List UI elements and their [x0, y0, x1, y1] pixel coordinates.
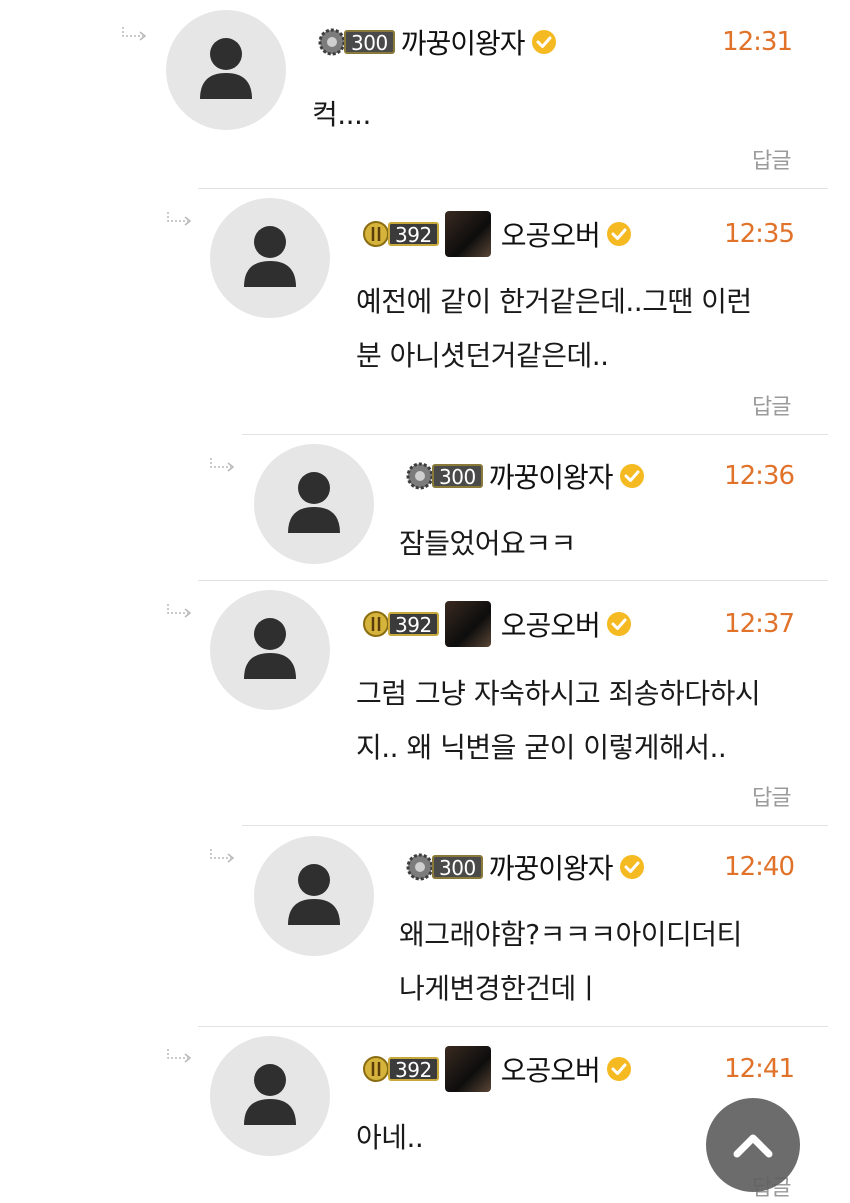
nickname[interactable]: 까꿍이왕자	[401, 22, 526, 62]
comment-time: 12:36	[724, 461, 795, 491]
reply-arrow-icon	[209, 849, 235, 863]
level-badge: 392	[360, 608, 439, 640]
default-user-icon	[244, 1064, 296, 1125]
profile-photo[interactable]	[444, 601, 491, 647]
comment-time: 12:37	[724, 609, 795, 639]
nickname[interactable]: 오공오버	[501, 604, 601, 644]
nickname[interactable]: 까꿍이왕자	[489, 847, 614, 887]
reply-arrow-icon	[166, 212, 192, 226]
comment-time: 12:31	[722, 27, 793, 57]
reply-button[interactable]: 답글	[752, 389, 791, 421]
reply-button[interactable]: 답글	[752, 143, 791, 175]
default-user-icon	[288, 864, 340, 925]
avatar[interactable]	[210, 198, 330, 318]
reply-arrow-icon	[121, 27, 147, 41]
reply-arrow-icon	[166, 604, 192, 618]
verified-check-icon	[606, 612, 631, 636]
level-number: 392	[388, 1057, 439, 1081]
scroll-top-button[interactable]	[706, 1098, 800, 1192]
level-number: 300	[432, 855, 483, 879]
default-user-icon	[200, 38, 252, 99]
comment-text-line: 컥....	[312, 98, 371, 131]
verified-check-icon	[619, 464, 644, 488]
comment-time: 12:35	[724, 219, 795, 249]
avatar[interactable]	[210, 1036, 330, 1156]
comment-text-line: 분 아니셧던거같은데..	[356, 339, 609, 372]
avatar[interactable]	[210, 590, 330, 710]
verified-check-icon	[531, 30, 556, 54]
level-badge: 300	[316, 26, 395, 58]
comment-text-line: 왜그래야함?ㅋㅋㅋ아이디더티	[399, 918, 742, 951]
reply-button[interactable]: 답글	[752, 780, 791, 812]
nickname[interactable]: 오공오버	[501, 1049, 601, 1089]
comment-text-line: 아네..	[356, 1121, 424, 1154]
reply-arrow-icon	[209, 458, 235, 472]
verified-check-icon	[619, 855, 644, 879]
comment-text-line: 나게변경한건데ㅣ	[399, 972, 602, 1005]
level-number: 300	[432, 464, 483, 488]
default-user-icon	[244, 618, 296, 679]
avatar[interactable]	[254, 836, 374, 956]
verified-check-icon	[606, 1057, 631, 1081]
profile-photo[interactable]	[444, 1046, 491, 1092]
level-number: 300	[344, 30, 395, 54]
nickname[interactable]: 오공오버	[501, 214, 601, 254]
nickname[interactable]: 까꿍이왕자	[489, 456, 614, 496]
level-badge: 392	[360, 1053, 439, 1085]
comment-text-line: 지.. 왜 닉변을 굳이 이렇게해서..	[356, 731, 727, 764]
level-number: 392	[388, 612, 439, 636]
profile-photo[interactable]	[444, 211, 491, 257]
level-badge: 300	[404, 460, 483, 492]
divider	[198, 188, 828, 189]
default-user-icon	[288, 472, 340, 533]
comment-time: 12:41	[724, 1054, 795, 1084]
divider	[242, 825, 828, 826]
chevron-up-icon	[733, 1134, 773, 1158]
divider	[242, 434, 828, 435]
comment-text-line: 그럼 그냥 자숙하시고 죄송하다하시	[356, 677, 761, 710]
default-user-icon	[244, 226, 296, 287]
verified-check-icon	[606, 222, 631, 246]
level-badge: 392	[360, 218, 439, 250]
comment-time: 12:40	[724, 852, 795, 882]
level-number: 392	[388, 222, 439, 246]
divider	[198, 1026, 828, 1027]
reply-arrow-icon	[166, 1049, 192, 1063]
comment-text-line: 예전에 같이 한거같은데..그땐 이런	[356, 285, 752, 318]
comment-text-line: 잠들었어요ㅋㅋ	[399, 527, 576, 560]
level-badge: 300	[404, 851, 483, 883]
avatar[interactable]	[254, 444, 374, 564]
avatar[interactable]	[166, 10, 286, 130]
divider	[198, 580, 828, 581]
